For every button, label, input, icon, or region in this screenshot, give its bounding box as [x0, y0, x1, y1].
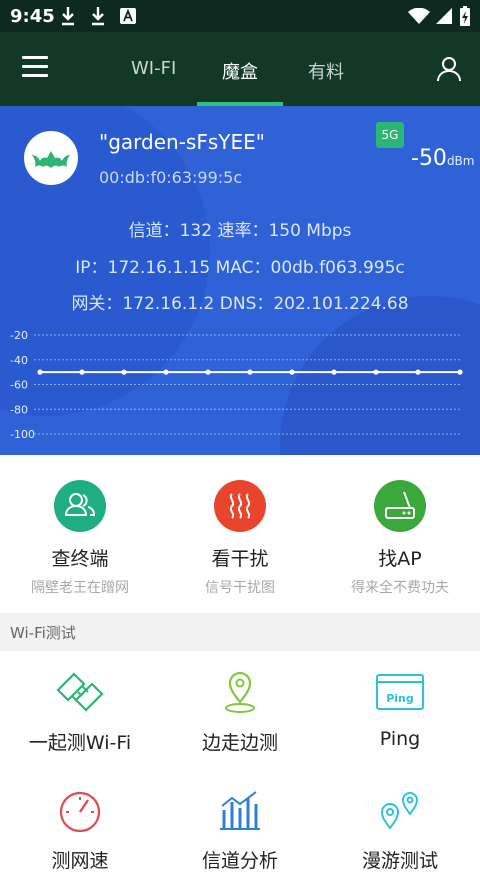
menu-icon-bar [22, 56, 48, 59]
signal-unit: dBm [446, 154, 475, 168]
network-avatar[interactable] [24, 131, 78, 185]
signal-chart: -20 -40 -60 -80 -100 [10, 329, 463, 441]
feature-interference[interactable]: 看干扰 信号干扰图 [160, 480, 320, 597]
status-bar: 9:45 [0, 0, 480, 32]
tool-ping[interactable]: Ping Ping [320, 670, 480, 750]
menu-icon-bar [22, 74, 48, 77]
status-time: 9:45 [10, 6, 55, 27]
download-icon [62, 7, 74, 26]
app-bar: WI-FI 魔盒 有料 [0, 32, 480, 106]
section-title: Wi-Fi测试 [10, 624, 76, 642]
signal-point [205, 369, 211, 375]
signal-point [289, 369, 295, 375]
ip-mac-line: IP：172.16.1.15 MAC：00db.f063.995c [75, 258, 405, 278]
tool-walk-test[interactable]: 边走边测 [160, 670, 320, 755]
feature-title: 查终端 [51, 548, 109, 570]
router-icon [374, 480, 426, 532]
feature-terminals[interactable]: 查终端 隔壁老王在蹭网 [0, 480, 160, 597]
menu-icon-bar [22, 65, 48, 68]
tool-label: 漫游测试 [361, 850, 438, 872]
y-tick-label: -100 [10, 428, 35, 441]
bat-logo-icon [32, 151, 70, 168]
tool-label: 测网速 [51, 850, 109, 872]
tool-channel-analysis[interactable]: 信道分析 [160, 788, 320, 873]
heat-waves-icon [214, 480, 266, 532]
svg-text:Ping: Ping [386, 692, 414, 705]
location-pin-icon [225, 671, 255, 713]
roaming-pins-icon [380, 792, 419, 830]
tool-label: 一起测Wi-Fi [28, 732, 132, 754]
users-icon [54, 480, 106, 532]
signal-point [247, 369, 253, 375]
menu-button[interactable] [22, 56, 50, 80]
tool-label: 信道分析 [201, 850, 278, 872]
gateway-dns-line: 网关：172.16.1.2 DNS：202.101.224.68 [71, 294, 409, 314]
y-tick-label: -40 [10, 354, 28, 367]
feature-title: 找AP [378, 548, 422, 570]
y-tick-label: -60 [10, 379, 28, 392]
signal-point [415, 369, 421, 375]
channel-rate-line: 信道：132 速率：150 Mbps [128, 221, 352, 241]
signal-point [37, 369, 43, 375]
ping-window-icon: Ping [376, 674, 424, 710]
signal-point [373, 369, 379, 375]
feature-subtitle: 信号干扰图 [205, 580, 275, 596]
feature-find-ap[interactable]: 找AP 得来全不费功夫 [320, 480, 480, 597]
signal-strength: -50dBm [411, 146, 474, 171]
y-tick-label: -20 [10, 329, 28, 342]
wifi-signal-icon [408, 8, 430, 24]
band-badge: 5G [376, 122, 404, 148]
feature-subtitle: 得来全不费功夫 [351, 580, 449, 596]
download-icon [92, 7, 104, 26]
signal-point [331, 369, 337, 375]
user-profile-icon[interactable] [436, 56, 462, 82]
signal-value: -50 [411, 146, 447, 171]
feature-subtitle: 隔壁老王在蹭网 [31, 580, 129, 596]
tool-speed-test[interactable]: 测网速 [0, 788, 160, 873]
signal-point [457, 369, 463, 375]
feature-title: 看干扰 [211, 548, 269, 570]
tool-roaming-test[interactable]: 漫游测试 [320, 788, 480, 873]
signal-point [121, 369, 127, 375]
network-bssid: 00:db:f0:63:99:5c [99, 168, 243, 187]
tab-mohe[interactable]: 魔盒 [222, 58, 258, 84]
signal-point [163, 369, 169, 375]
battery-charging-icon [460, 6, 470, 26]
tool-label: 边走边测 [201, 732, 278, 754]
network-ssid: "garden-sFsYEE" [99, 130, 265, 154]
section-header: Wi-Fi测试 [0, 613, 480, 651]
signal-point [79, 369, 85, 375]
tab-wifi[interactable]: WI-FI [131, 58, 176, 79]
app-notification-icon [120, 8, 136, 24]
cell-signal-icon [436, 8, 452, 24]
tool-label: Ping [379, 728, 421, 750]
tool-together-test[interactable]: 一起测Wi-Fi [0, 670, 160, 755]
y-tick-label: -80 [10, 403, 28, 416]
bar-chart-icon [220, 791, 260, 830]
wifi-info-panel: "garden-sFsYEE" 00:db:f0:63:99:5c 5G -50… [0, 106, 480, 455]
speedometer-icon [59, 791, 101, 833]
handshake-icon [56, 672, 104, 712]
tab-youliao[interactable]: 有料 [308, 58, 344, 84]
